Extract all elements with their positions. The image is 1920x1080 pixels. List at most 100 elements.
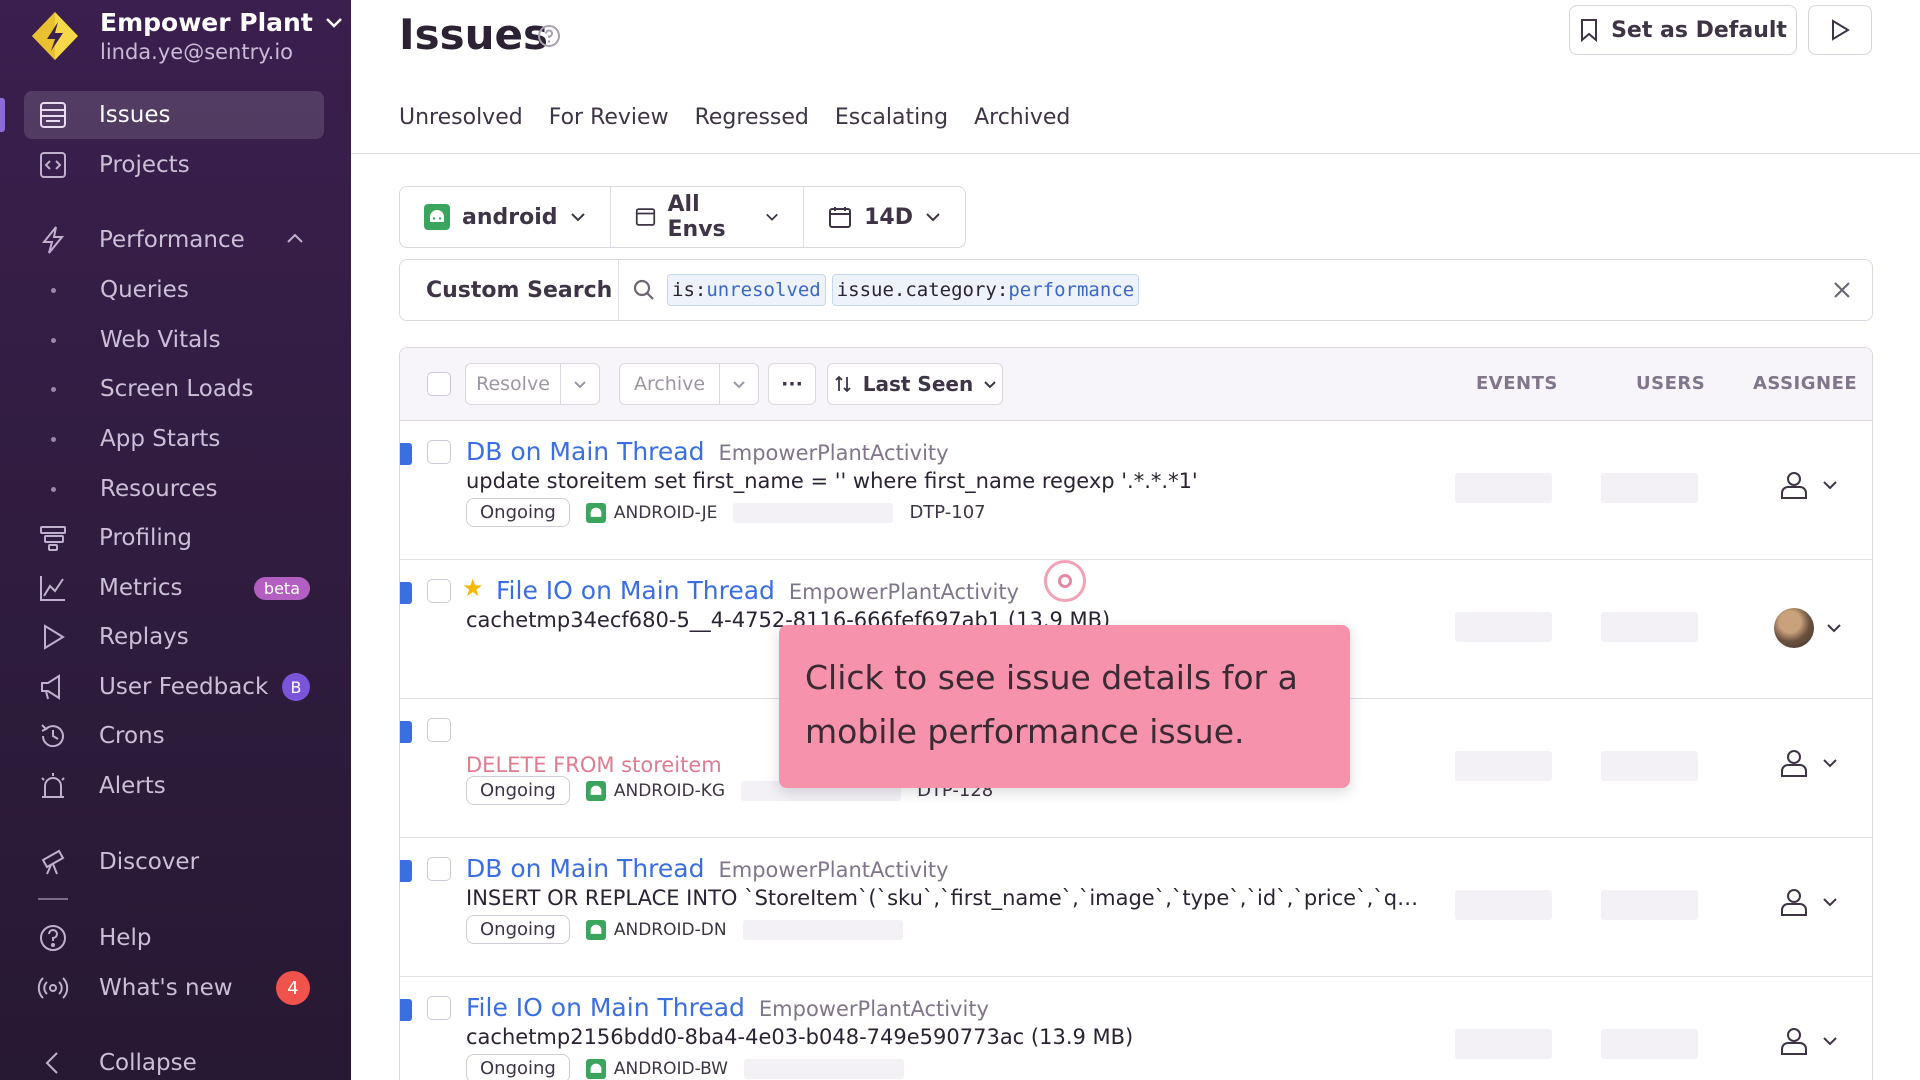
sidebar-item-issues[interactable]: Issues [24,91,324,139]
select-all-checkbox[interactable] [427,372,451,396]
row-checkbox[interactable] [427,996,451,1020]
play-tour-button[interactable] [1808,5,1872,55]
guide-tooltip[interactable]: Click to see issue details for a mobile … [779,625,1350,788]
search-token-status[interactable]: is:unresolved [667,274,826,306]
status-badge: Ongoing [466,498,570,527]
events-column-header[interactable]: EVENTS [1476,373,1558,394]
search-input[interactable]: is:unresolved issue.category:performance [667,274,1830,306]
tab-regressed[interactable]: Regressed [695,105,809,130]
close-icon[interactable] [1830,278,1854,302]
row-checkbox[interactable] [427,579,451,603]
sidebar-item-alerts[interactable]: Alerts [24,762,324,810]
tab-archived[interactable]: Archived [974,105,1070,130]
loading-placeholder [742,919,903,940]
sidebar-item-whats-new[interactable]: What's new 4 [24,964,324,1012]
sidebar-item-replays[interactable]: Replays [24,613,324,661]
more-actions-button[interactable]: ··· [768,363,816,405]
assignee-selector[interactable] [1778,1025,1838,1057]
sidebar-item-performance[interactable]: Performance [24,216,324,264]
sidebar-subitem-screen-loads[interactable]: Screen Loads [24,367,324,411]
chevron-down-icon [1827,624,1841,633]
short-id[interactable]: ANDROID-JE [585,502,717,523]
sidebar-subitem-resources[interactable]: Resources [24,467,324,511]
assignee-selector[interactable] [1774,608,1842,648]
issue-title-link[interactable]: File IO on Main Thread EmpowerPlantActivi… [496,576,1019,605]
priority-marker [400,582,412,604]
chevron-down-icon [984,380,996,388]
assignee-selector[interactable] [1778,469,1838,501]
siren-icon [36,769,70,803]
table-row[interactable]: DB on Main Thread EmpowerPlantActivity up… [400,421,1872,560]
android-icon [585,780,606,801]
users-placeholder [1601,473,1698,503]
events-placeholder [1455,612,1552,642]
tab-for-review[interactable]: For Review [549,105,669,130]
set-as-default-button[interactable]: Set as Default [1569,5,1797,55]
sidebar-collapse-button[interactable]: Collapse [24,1039,324,1080]
org-switcher[interactable]: Empower Plant linda.ye@sentry.io [30,8,343,64]
sidebar-subitem-web-vitals[interactable]: Web Vitals [24,318,324,362]
assignee-selector[interactable] [1778,747,1838,779]
bullet-dot [51,386,56,392]
users-column-header[interactable]: USERS [1636,373,1705,394]
row-checkbox[interactable] [427,857,451,881]
archive-button[interactable]: Archive [619,363,720,405]
sidebar-subitem-queries[interactable]: Queries [24,268,324,312]
sidebar-item-label: App Starts [100,426,221,452]
sidebar-item-label: Help [99,925,152,951]
sidebar-item-user-feedback[interactable]: User Feedback B [24,663,324,711]
project-filter[interactable]: android [400,187,610,247]
row-checkbox[interactable] [427,718,451,742]
row-checkbox[interactable] [427,440,451,464]
short-id[interactable]: ANDROID-KG [585,780,725,801]
question-icon[interactable] [537,24,561,48]
sidebar-item-metrics[interactable]: Metrics beta [24,564,324,612]
assignee-selector[interactable] [1778,886,1838,918]
short-id[interactable]: ANDROID-DN [585,919,727,940]
resolve-dropdown-button[interactable] [560,363,600,405]
sidebar-item-profiling[interactable]: Profiling [24,514,324,562]
priority-marker [400,721,412,743]
date-filter-label: 14D [864,204,913,230]
users-placeholder [1601,890,1698,920]
search-token-category[interactable]: issue.category:performance [831,274,1140,306]
issue-culprit: EmpowerPlantActivity [788,580,1019,604]
short-id[interactable]: ANDROID-BW [585,1058,728,1079]
token-value: performance [1008,279,1135,301]
tab-unresolved[interactable]: Unresolved [399,105,523,130]
issue-title-link[interactable]: File IO on Main Thread EmpowerPlantActivi… [466,993,989,1022]
date-filter[interactable]: 14D [803,187,965,247]
sort-button[interactable]: Last Seen [827,363,1003,405]
bullet-dot [51,337,56,343]
environment-filter[interactable]: All Envs [609,187,804,247]
resolve-button[interactable]: Resolve [465,363,561,405]
issue-title-link[interactable]: DB on Main Thread EmpowerPlantActivity [466,854,949,883]
sidebar-item-discover[interactable]: Discover [24,838,324,886]
issue-message: cachetmp2156bdd0-8ba4-4e03-b048-749e5907… [466,1025,1134,1049]
chevron-up-icon[interactable] [286,232,304,244]
sidebar-item-label: Issues [99,102,171,128]
tab-escalating[interactable]: Escalating [835,105,948,130]
archive-dropdown-button[interactable] [719,363,759,405]
sidebar-item-crons[interactable]: Crons [24,712,324,760]
chevron-down-icon [766,213,778,221]
sidebar-item-projects[interactable]: Projects [24,141,324,189]
issue-meta: Ongoing ANDROID-JE DTP-107 [466,498,986,527]
table-row[interactable]: File IO on Main Thread EmpowerPlantActivi… [400,977,1872,1080]
issue-culprit: EmpowerPlantActivity [718,858,949,882]
status-badge: Ongoing [466,776,570,805]
star-icon[interactable]: ★ [462,574,484,602]
table-row[interactable]: DB on Main Thread EmpowerPlantActivity IN… [400,838,1872,977]
custom-search-button[interactable]: Custom Search [400,260,619,320]
issue-message: DELETE FROM storeitem [466,753,722,777]
users-placeholder [1601,1029,1698,1059]
chevron-down-icon [733,380,745,388]
sidebar-item-help[interactable]: Help [24,914,324,962]
short-id-text: ANDROID-DN [613,919,727,940]
sidebar-subitem-app-starts[interactable]: App Starts [24,417,324,461]
chevron-down-icon [1823,481,1837,490]
profiling-icon [36,521,70,555]
issue-title-link[interactable]: DB on Main Thread EmpowerPlantActivity [466,437,949,466]
events-placeholder [1455,473,1552,503]
linked-ticket[interactable]: DTP-107 [909,502,985,523]
